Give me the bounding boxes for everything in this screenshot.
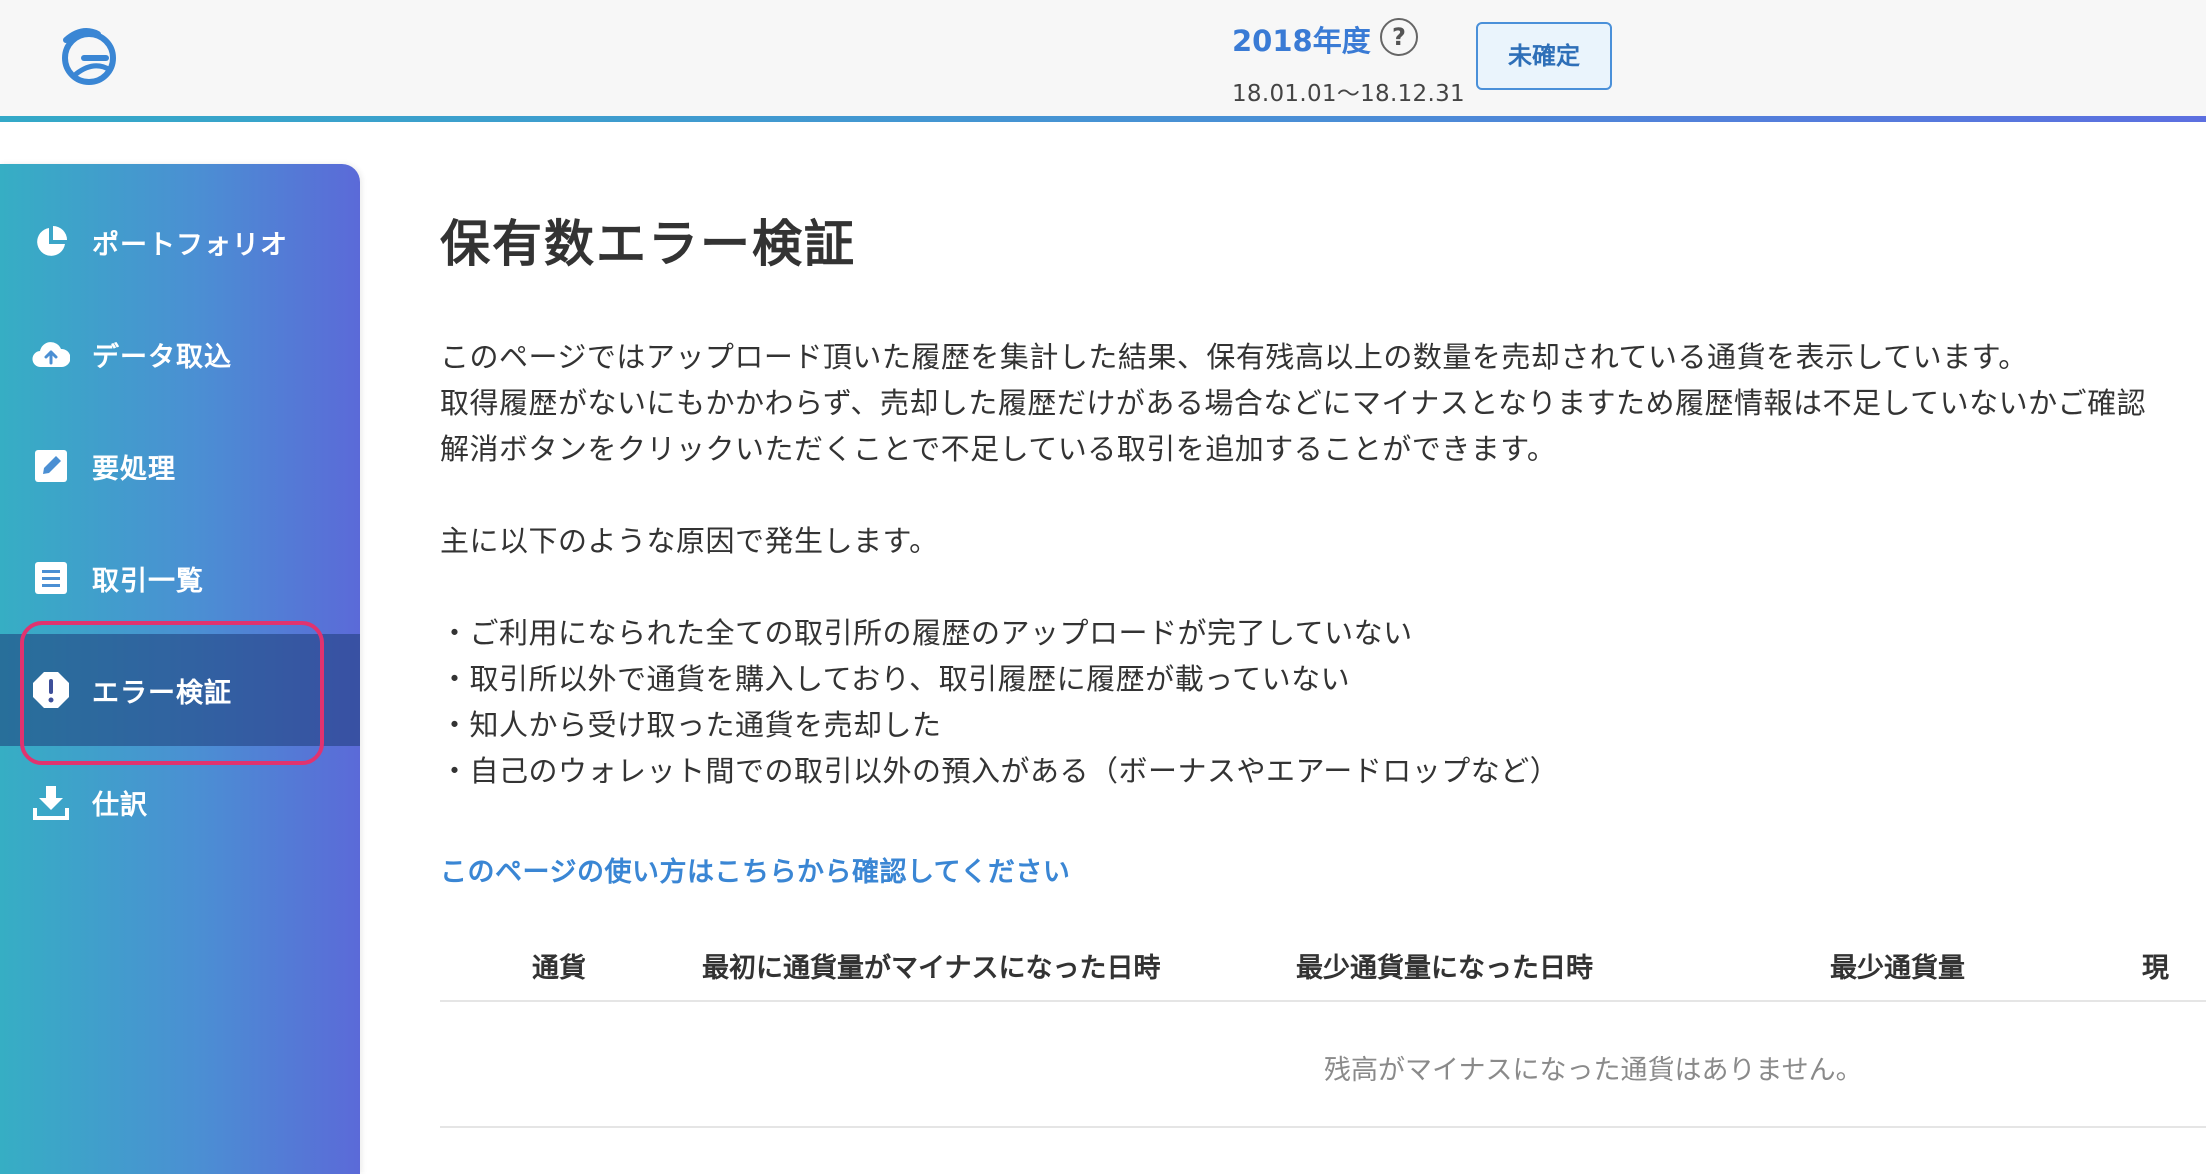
column-header-min-amount-date[interactable]: 最少通貨量になった日時 [1296,946,1593,985]
edit-icon [32,447,70,485]
sidebar-item-data-import[interactable]: データ取込 [0,298,360,410]
empty-message: 残高がマイナスになった通貨はありません。 [1324,1055,1863,1086]
app-logo-icon[interactable] [54,20,124,90]
cloud-upload-icon [32,335,70,373]
sidebar-item-portfolio[interactable]: ポートフォリオ [0,186,360,298]
top-header: 2018年度 ? 18.01.01〜18.12.31 未確定 [0,0,2206,116]
column-header-first-negative-date[interactable]: 最初に通貨量がマイナスになった日時 [702,946,1160,985]
list-icon [32,559,70,597]
sidebar-item-label: データ取込 [92,341,232,373]
table-header-row: 通貨 最初に通貨量がマイナスになった日時 最少通貨量になった日時 最少通貨量 現 [440,918,2206,1002]
table-empty-row: 残高がマイナスになった通貨はありません。 [440,1004,2206,1128]
usage-help-link[interactable]: このページの使い方はこちらから確認してください [440,850,1070,889]
sidebar-item-transactions[interactable]: 取引一覧 [0,522,360,634]
fiscal-year-block: 2018年度 ? 18.01.01〜18.12.31 [1232,18,1465,108]
sidebar-item-label: 取引一覧 [92,565,204,597]
sidebar-item-label: 仕訳 [92,789,148,821]
column-header-current[interactable]: 現 [2142,946,2169,985]
page-title: 保有数エラー検証 [440,215,856,273]
cause-item: ・ご利用になられた全ての取引所の履歴のアップロードが完了していない [440,616,1413,650]
main-content: 保有数エラー検証 このページではアップロード頂いた履歴を集計した結果、保有残高以… [440,122,2206,1174]
help-icon[interactable]: ? [1380,18,1418,56]
cause-item: ・知人から受け取った通貨を売却した [440,708,942,742]
column-header-min-amount[interactable]: 最少通貨量 [1830,946,1965,985]
highlight-annotation [20,621,324,765]
fiscal-year-range: 18.01.01〜18.12.31 [1232,81,1465,107]
causes-intro: 主に以下のような原因で発生します。 [440,524,939,558]
sidebar-item-label: ポートフォリオ [92,229,288,261]
column-header-currency[interactable]: 通貨 [532,946,586,985]
pie-chart-icon [32,223,70,261]
cause-item: ・自己のウォレット間での取引以外の預入がある（ボーナスやエアードロップなど） [440,754,1560,788]
unconfirmed-status-button[interactable]: 未確定 [1476,22,1612,90]
fiscal-year-title[interactable]: 2018年度 [1232,18,1465,60]
description-line: 解消ボタンをクリックいただくことで不足している取引を追加することができます。 [440,432,1557,466]
description-line: 取得履歴がないにもかかわらず、売却した履歴だけがある場合などにマイナスとなります… [440,386,2147,420]
download-icon [32,783,70,821]
description-line: このページではアップロード頂いた履歴を集計した結果、保有残高以上の数量を売却され… [440,340,2028,374]
sidebar-item-label: 要処理 [92,453,176,485]
cause-item: ・取引所以外で通貨を購入しており、取引履歴に履歴が載っていない [440,662,1351,696]
sidebar-item-pending[interactable]: 要処理 [0,410,360,522]
